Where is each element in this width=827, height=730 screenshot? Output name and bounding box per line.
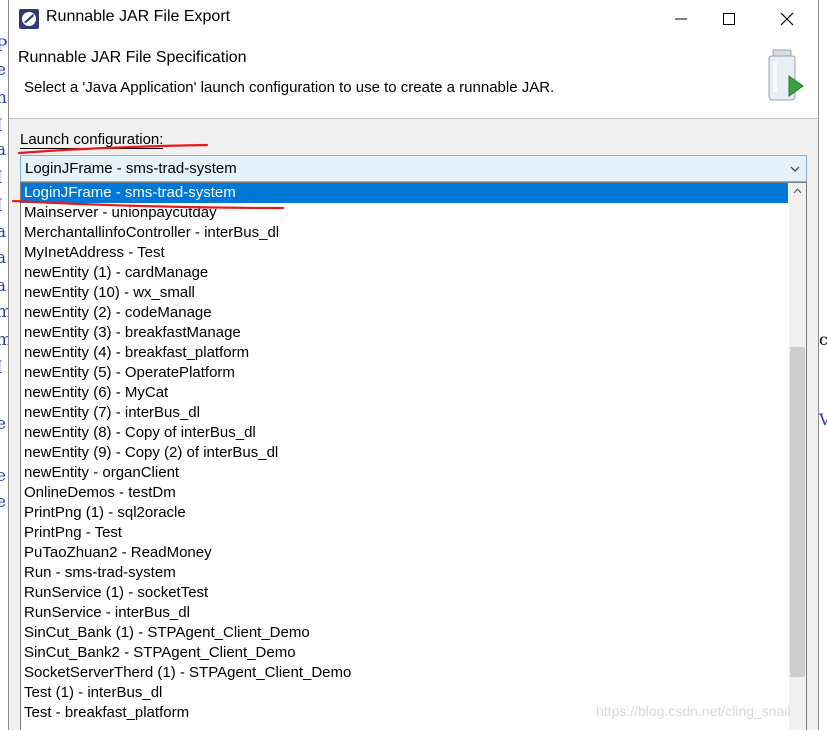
maximize-button[interactable]	[706, 0, 752, 38]
list-item[interactable]: SinCut_Bank (1) - STPAgent_Client_Demo	[21, 623, 788, 643]
list-item[interactable]: newEntity (3) - breakfastManage	[21, 323, 788, 343]
dropdown-list: LoginJFrame - sms-trad-system Mainserver …	[21, 183, 788, 723]
background-window-fragment-right: c V	[819, 330, 827, 429]
runnable-jar-export-dialog: Runnable JAR File Export Runnable JAR Fi…	[8, 0, 819, 730]
list-item[interactable]: newEntity (7) - interBus_dl	[21, 403, 788, 423]
list-item[interactable]: newEntity (2) - codeManage	[21, 303, 788, 323]
wizard-header: Runnable JAR File Specification Select a…	[9, 38, 818, 119]
page-title: Runnable JAR File Specification	[18, 49, 247, 66]
list-item[interactable]: newEntity - organClient	[21, 463, 788, 483]
list-item[interactable]: newEntity (1) - cardManage	[21, 263, 788, 283]
list-item[interactable]: PuTaoZhuan2 - ReadMoney	[21, 543, 788, 563]
list-item[interactable]: LoginJFrame - sms-trad-system	[21, 183, 788, 203]
background-window-fragment: Peh IaI Iaa amm Iee e	[0, 36, 8, 512]
combo-selected-value: LoginJFrame - sms-trad-system	[25, 160, 237, 177]
list-item[interactable]: MyInetAddress - Test	[21, 243, 788, 263]
scroll-thumb[interactable]	[790, 347, 805, 677]
watermark: https://blog.csdn.net/cling_snail	[596, 703, 791, 719]
list-item[interactable]: RunService - interBus_dl	[21, 603, 788, 623]
close-icon	[780, 12, 794, 26]
list-item[interactable]: PrintPng - Test	[21, 523, 788, 543]
chevron-down-icon[interactable]	[790, 165, 800, 173]
list-item[interactable]: Mainserver - unionpaycutday	[21, 203, 788, 223]
list-item[interactable]: RunService (1) - socketTest	[21, 583, 788, 603]
minimize-icon	[675, 18, 687, 20]
list-item[interactable]: SocketServerTherd (1) - STPAgent_Client_…	[21, 663, 788, 683]
maximize-icon	[723, 13, 735, 25]
list-item[interactable]: newEntity (9) - Copy (2) of interBus_dl	[21, 443, 788, 463]
list-item[interactable]: PrintPng (1) - sql2oracle	[21, 503, 788, 523]
launch-configuration-label: Launch configuration:	[20, 131, 164, 149]
list-item[interactable]: OnlineDemos - testDm	[21, 483, 788, 503]
minimize-button[interactable]	[658, 0, 704, 38]
eclipse-icon	[19, 9, 39, 29]
title-bar[interactable]: Runnable JAR File Export	[9, 0, 818, 38]
launch-configuration-dropdown[interactable]: LoginJFrame - sms-trad-system Mainserver …	[20, 182, 807, 730]
dropdown-scrollbar[interactable]	[789, 183, 806, 730]
launch-configuration-combo[interactable]: LoginJFrame - sms-trad-system	[20, 155, 807, 182]
list-item[interactable]: Run - sms-trad-system	[21, 563, 788, 583]
list-item[interactable]: newEntity (5) - OperatePlatform	[21, 363, 788, 383]
list-item[interactable]: Test (1) - interBus_dl	[21, 683, 788, 703]
page-description: Select a 'Java Application' launch confi…	[24, 79, 555, 96]
list-item[interactable]: newEntity (8) - Copy of interBus_dl	[21, 423, 788, 443]
list-item[interactable]: MerchantallinfoController - interBus_dl	[21, 223, 788, 243]
scroll-up-button[interactable]	[789, 183, 806, 200]
list-item[interactable]: newEntity (10) - wx_small	[21, 283, 788, 303]
chevron-up-icon	[793, 188, 802, 194]
window-title: Runnable JAR File Export	[46, 8, 231, 25]
close-button[interactable]	[764, 0, 810, 38]
list-item[interactable]: SinCut_Bank2 - STPAgent_Client_Demo	[21, 643, 788, 663]
list-item[interactable]: newEntity (4) - breakfast_platform	[21, 343, 788, 363]
jar-export-icon	[768, 49, 804, 101]
list-item[interactable]: newEntity (6) - MyCat	[21, 383, 788, 403]
